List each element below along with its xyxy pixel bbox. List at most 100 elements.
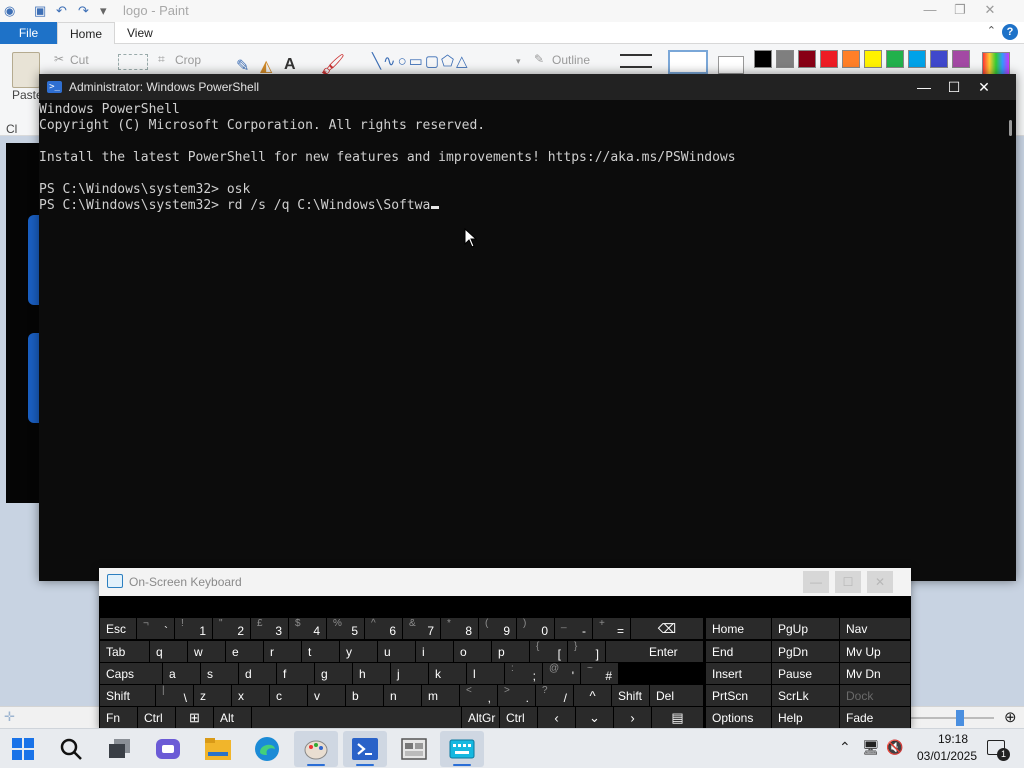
undo-icon[interactable]: ↶	[56, 3, 67, 19]
key-altgr[interactable]: AltGr	[462, 707, 499, 728]
zoom-in-icon[interactable]: ⊕	[1004, 708, 1017, 726]
key[interactable]: _ -	[555, 618, 592, 639]
powershell-titlebar[interactable]: >_ Administrator: Windows PowerShell — ☐…	[39, 74, 1016, 100]
volume-icon[interactable]: 🔇	[886, 739, 903, 756]
edge-button[interactable]	[245, 731, 289, 767]
key-arrow-right[interactable]: ›	[614, 707, 651, 728]
color-swatch[interactable]	[776, 50, 794, 68]
key-alt[interactable]: Alt	[214, 707, 251, 728]
show-hidden-icons-chevron-icon[interactable]: ⌃	[839, 739, 851, 756]
key[interactable]: k	[429, 663, 466, 684]
key[interactable]: c	[270, 685, 307, 706]
color-swatch[interactable]	[798, 50, 816, 68]
key[interactable]: m	[422, 685, 459, 706]
key[interactable]: {[	[530, 641, 567, 662]
powershell-scrollbar[interactable]	[1004, 102, 1016, 581]
key[interactable]: " 2	[213, 618, 250, 639]
key[interactable]: & 7	[403, 618, 440, 639]
key-help[interactable]: Help	[772, 707, 839, 728]
scrollbar-thumb[interactable]	[1009, 120, 1012, 136]
save-icon[interactable]: ▣	[34, 3, 46, 19]
key-shift-left[interactable]: Shift	[100, 685, 155, 706]
osk-maximize-button[interactable]: ☐	[835, 571, 861, 593]
crop-icon[interactable]: ⌗	[158, 52, 165, 67]
outline-dropdown[interactable]: Outline	[552, 53, 590, 67]
key[interactable]: g	[315, 663, 352, 684]
key[interactable]: ) 0	[517, 618, 554, 639]
color-swatch[interactable]	[886, 50, 904, 68]
key[interactable]: r	[264, 641, 301, 662]
notification-center-icon[interactable]: 1	[987, 740, 1010, 761]
paste-icon[interactable]	[12, 52, 40, 88]
redo-icon[interactable]: ↷	[78, 3, 89, 19]
cut-icon[interactable]: ✂	[54, 52, 64, 66]
tab-home[interactable]: Home	[57, 22, 116, 44]
search-button[interactable]	[49, 731, 93, 767]
crop-button[interactable]: Crop	[175, 53, 201, 67]
paint-canvas-image[interactable]	[6, 143, 40, 503]
shapes-gallery-icon[interactable]: ╲∿○▭▢⬠△	[372, 52, 470, 70]
powershell-taskbar-button[interactable]	[343, 731, 387, 767]
key[interactable]: i	[416, 641, 453, 662]
key-pgup[interactable]: PgUp	[772, 618, 839, 639]
key[interactable]: b	[346, 685, 383, 706]
key[interactable]: | \	[156, 685, 193, 706]
key[interactable]: q	[150, 641, 187, 662]
text-tool-icon[interactable]: A	[284, 56, 296, 74]
key[interactable]: d	[239, 663, 276, 684]
key[interactable]: f	[277, 663, 314, 684]
customize-toolbar-icon[interactable]: ▾	[100, 3, 107, 19]
key-arrow-up[interactable]: ^	[574, 685, 611, 706]
key[interactable]: ^ 6	[365, 618, 402, 639]
key[interactable]: w	[188, 641, 225, 662]
select-icon[interactable]	[118, 54, 148, 70]
key[interactable]: z	[194, 685, 231, 706]
pencil-icon[interactable]: ✎	[236, 56, 249, 76]
outline-icon[interactable]: ✎	[534, 52, 544, 66]
key-fn[interactable]: Fn	[100, 707, 137, 728]
key[interactable]: x	[232, 685, 269, 706]
start-button[interactable]	[1, 731, 45, 767]
key-space[interactable]	[252, 707, 461, 728]
collapse-ribbon-icon[interactable]: ⌃	[987, 24, 996, 37]
key-caps[interactable]: Caps	[100, 663, 162, 684]
key[interactable]: }]	[568, 641, 605, 662]
key[interactable]: ¬ `	[137, 618, 174, 639]
teams-button[interactable]	[146, 731, 190, 767]
clock-time[interactable]: 19:18	[928, 732, 978, 746]
key-tab[interactable]: Tab	[100, 641, 149, 662]
key[interactable]: j	[391, 663, 428, 684]
fill-icon[interactable]: ◭	[260, 56, 272, 76]
zoom-slider-thumb[interactable]	[956, 710, 964, 726]
key[interactable]: n	[384, 685, 421, 706]
key[interactable]: * 8	[441, 618, 478, 639]
key[interactable]: <,	[460, 685, 497, 706]
powershell-maximize-button[interactable]: ☐	[939, 74, 969, 100]
key[interactable]: e	[226, 641, 263, 662]
key-home[interactable]: Home	[706, 618, 771, 639]
virtual-machine-button[interactable]	[392, 731, 436, 767]
powershell-window[interactable]: >_ Administrator: Windows PowerShell — ☐…	[39, 74, 1016, 581]
paint-minimize-button[interactable]: —	[915, 0, 945, 22]
clock-date[interactable]: 03/01/2025	[912, 749, 982, 763]
key-enter[interactable]: Enter	[606, 641, 703, 662]
paint-taskbar-button[interactable]	[294, 731, 338, 767]
key-arrow-left[interactable]: ‹	[538, 707, 575, 728]
key-menu[interactable]: ▤	[652, 707, 703, 728]
file-explorer-button[interactable]	[196, 731, 240, 767]
key-scrlk[interactable]: ScrLk	[772, 685, 839, 706]
help-icon[interactable]: ?	[1002, 24, 1018, 40]
paint-close-button[interactable]: ✕	[975, 0, 1005, 22]
key[interactable]: u	[378, 641, 415, 662]
tab-view[interactable]: View	[115, 22, 165, 44]
key[interactable]: >.	[498, 685, 535, 706]
key[interactable]: v	[308, 685, 345, 706]
color-swatch[interactable]	[820, 50, 838, 68]
key[interactable]: s	[201, 663, 238, 684]
key-pause[interactable]: Pause	[772, 663, 839, 684]
color1-button[interactable]	[668, 50, 708, 74]
key[interactable]: o	[454, 641, 491, 662]
key[interactable]: :;	[505, 663, 542, 684]
key[interactable]: £3	[251, 618, 288, 639]
tab-file[interactable]: File	[0, 22, 57, 44]
